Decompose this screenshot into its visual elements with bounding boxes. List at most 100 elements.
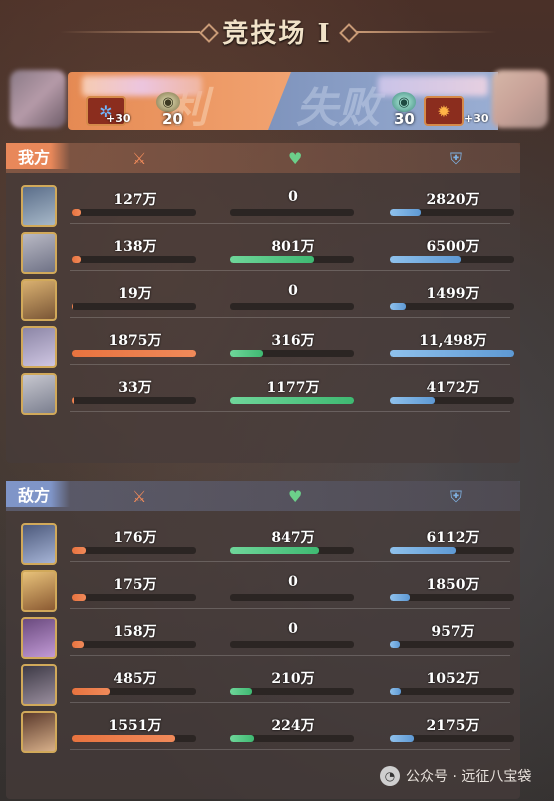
- defense-bar: [390, 303, 514, 310]
- hero-portrait[interactable]: [21, 617, 57, 659]
- damage-bar: [72, 397, 196, 404]
- heal-value: 847万: [271, 530, 315, 546]
- player-avatar[interactable]: [10, 70, 66, 128]
- damage-bar: [72, 256, 196, 263]
- damage-bar-fill: [72, 256, 81, 263]
- panel-header: [6, 143, 520, 173]
- row-divider: [70, 364, 510, 365]
- heal-value: 0: [288, 621, 298, 637]
- heal-value: 224万: [271, 718, 315, 734]
- defense-bar-fill: [390, 547, 456, 554]
- heal-value: 1177万: [266, 380, 320, 396]
- page-title: 竞技场 I: [222, 18, 332, 49]
- heal-bar: [230, 688, 354, 695]
- hero-portrait[interactable]: [21, 279, 57, 321]
- hero-portrait[interactable]: [21, 326, 57, 368]
- heal-bar-fill: [230, 350, 264, 357]
- defense-bar: [390, 641, 514, 648]
- diamond-icon: [339, 23, 359, 43]
- heal-bar: [230, 641, 354, 648]
- hero-portrait[interactable]: [21, 185, 57, 227]
- title-ornament-left: [60, 31, 200, 33]
- hero-row: 176万 847万 6112万: [6, 521, 520, 568]
- damage-value: 1875万: [108, 333, 162, 349]
- defense-bar: [390, 735, 514, 742]
- heal-value: 801万: [271, 239, 315, 255]
- heal-bar-fill: [230, 688, 253, 695]
- damage-value: 33万: [118, 380, 152, 396]
- damage-value: 1551万: [108, 718, 162, 734]
- player-name-blurred: [82, 76, 202, 96]
- heal-bar-fill: [230, 397, 354, 404]
- damage-value: 19万: [118, 286, 152, 302]
- hero-row: 175万 0 1850万: [6, 568, 520, 615]
- defense-bar: [390, 397, 514, 404]
- title-bar: 竞技场 I: [0, 0, 554, 62]
- defense-value: 1052万: [426, 671, 480, 687]
- hero-row: 485万 210万 1052万: [6, 662, 520, 709]
- damage-bar: [72, 547, 196, 554]
- row-divider: [70, 655, 510, 656]
- hero-portrait[interactable]: [21, 664, 57, 706]
- panel-header: [6, 481, 520, 511]
- damage-bar-fill: [72, 547, 86, 554]
- sword-icon: ⚔: [132, 487, 147, 506]
- damage-bar: [72, 209, 196, 216]
- damage-bar: [72, 594, 196, 601]
- opponent-avatar[interactable]: [492, 70, 548, 128]
- damage-bar: [72, 350, 196, 357]
- hero-row: 127万 0 2820万: [6, 183, 520, 230]
- title-ornament-right: [356, 31, 496, 33]
- opponent-bonus: +30: [464, 112, 489, 125]
- defense-bar: [390, 256, 514, 263]
- opponent-level: 30: [394, 110, 415, 128]
- defense-bar-fill: [390, 350, 514, 357]
- diamond-icon: [199, 23, 219, 43]
- hero-row: 19万 0 1499万: [6, 277, 520, 324]
- damage-bar: [72, 688, 196, 695]
- heal-bar: [230, 209, 354, 216]
- defeat-text: 失败: [296, 83, 381, 132]
- shield-icon: ⛨: [450, 487, 463, 506]
- damage-bar-fill: [72, 303, 74, 310]
- our-team-tab[interactable]: 我方: [6, 143, 70, 169]
- hero-portrait[interactable]: [21, 523, 57, 565]
- defense-bar: [390, 209, 514, 216]
- hero-portrait[interactable]: [21, 373, 57, 415]
- heal-bar: [230, 256, 354, 263]
- hero-row: 1875万 316万 11,498万: [6, 324, 520, 371]
- damage-bar-fill: [72, 397, 75, 404]
- heart-icon: ♥: [288, 487, 303, 506]
- defense-bar: [390, 594, 514, 601]
- damage-value: 485万: [113, 671, 157, 687]
- row-divider: [70, 608, 510, 609]
- defense-bar: [390, 688, 514, 695]
- enemy-team-tab[interactable]: 敌方: [6, 481, 70, 507]
- defense-value: 11,498万: [419, 333, 487, 349]
- shield-icon: ⛨: [450, 149, 463, 168]
- defense-bar-fill: [390, 688, 402, 695]
- defense-value: 957万: [431, 624, 475, 640]
- hero-portrait[interactable]: [21, 711, 57, 753]
- hero-portrait[interactable]: [21, 570, 57, 612]
- damage-bar: [72, 303, 196, 310]
- watermark-text: 公众号 · 远征八宝袋: [406, 769, 532, 785]
- row-divider: [70, 270, 510, 271]
- our-team-panel: 我方 ⚔ ♥ ⛨ 127万 0 2820万 138万 801万 6500万 19…: [6, 143, 520, 463]
- player-level: 20: [162, 110, 183, 128]
- damage-bar-fill: [72, 641, 85, 648]
- defense-value: 1499万: [426, 286, 480, 302]
- heart-icon: ♥: [288, 149, 303, 168]
- heal-value: 0: [288, 283, 298, 299]
- hero-portrait[interactable]: [21, 232, 57, 274]
- level-badge-icon: ◉: [392, 92, 416, 112]
- damage-value: 176万: [113, 530, 157, 546]
- heal-bar: [230, 735, 354, 742]
- damage-bar-fill: [72, 735, 175, 742]
- defense-bar-fill: [390, 397, 435, 404]
- heal-bar: [230, 594, 354, 601]
- damage-value: 138万: [113, 239, 157, 255]
- hero-row: 138万 801万 6500万: [6, 230, 520, 277]
- defense-bar: [390, 350, 514, 357]
- defense-value: 2820万: [426, 192, 480, 208]
